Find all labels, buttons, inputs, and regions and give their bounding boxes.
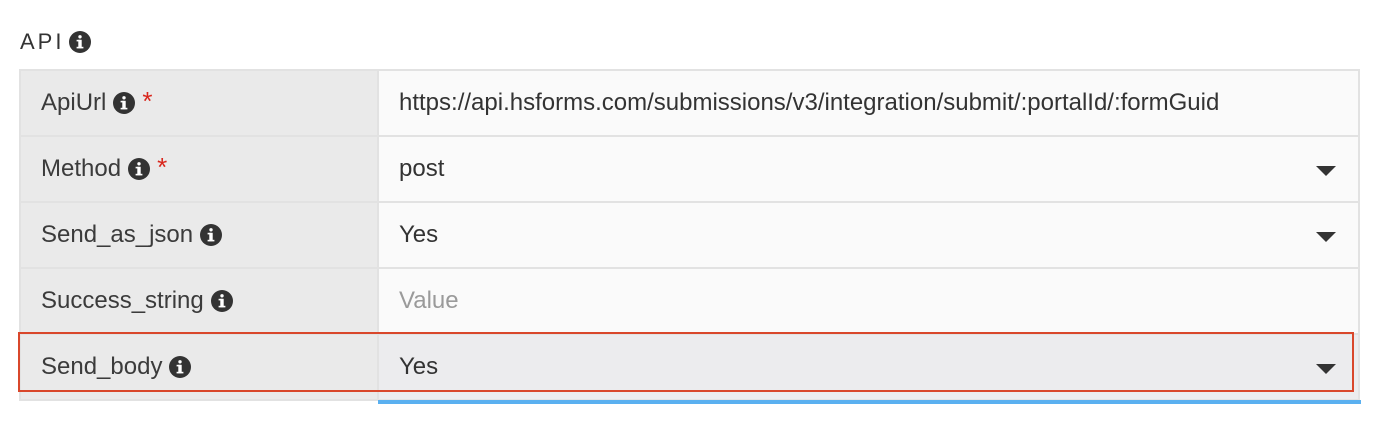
field-value: Yes [399, 221, 439, 248]
field-row-apiurl: ApiUrl * https://api.hsforms.com/submiss… [21, 71, 1358, 137]
send-as-json-select[interactable]: Yes [379, 203, 1358, 267]
field-label: Send_body [41, 353, 163, 380]
field-row-send-as-json: Send_as_json Yes [21, 203, 1358, 269]
section-title-text: API [20, 29, 65, 54]
info-icon[interactable] [68, 30, 92, 54]
field-value: Yes [399, 353, 439, 380]
field-label-cell: Send_body [21, 335, 379, 399]
send-body-select[interactable]: Yes [379, 335, 1358, 399]
caret-down-icon[interactable] [1316, 232, 1336, 242]
field-label-cell: Send_as_json [21, 203, 379, 267]
field-label: ApiUrl [41, 89, 107, 116]
field-label-cell: Success_string [21, 269, 379, 333]
field-label-cell: ApiUrl * [21, 71, 379, 135]
info-icon[interactable] [127, 157, 151, 181]
caret-down-icon[interactable] [1316, 364, 1336, 374]
field-row-success-string: Success_string Value [21, 269, 1358, 335]
api-settings-table: ApiUrl * https://api.hsforms.com/submiss… [19, 69, 1360, 401]
field-label: Method [41, 155, 122, 182]
field-row-send-body: Send_body Yes [21, 335, 1358, 399]
success-string-input[interactable]: Value [379, 269, 1358, 333]
field-row-method: Method * post [21, 137, 1358, 203]
field-label: Send_as_json [41, 221, 194, 248]
info-icon[interactable] [210, 289, 234, 313]
info-icon[interactable] [168, 355, 192, 379]
field-value: post [399, 155, 445, 182]
required-marker: * [157, 151, 168, 182]
field-placeholder: Value [399, 287, 459, 314]
section-title: API [20, 26, 92, 58]
info-icon[interactable] [199, 223, 223, 247]
info-icon[interactable] [112, 91, 136, 115]
focus-underline [378, 400, 1361, 404]
required-marker: * [142, 85, 153, 116]
method-select[interactable]: post [379, 137, 1358, 201]
apiurl-input[interactable]: https://api.hsforms.com/submissions/v3/i… [379, 71, 1358, 135]
caret-down-icon[interactable] [1316, 166, 1336, 176]
field-label-cell: Method * [21, 137, 379, 201]
field-value: https://api.hsforms.com/submissions/v3/i… [399, 89, 1220, 116]
field-label: Success_string [41, 287, 204, 314]
